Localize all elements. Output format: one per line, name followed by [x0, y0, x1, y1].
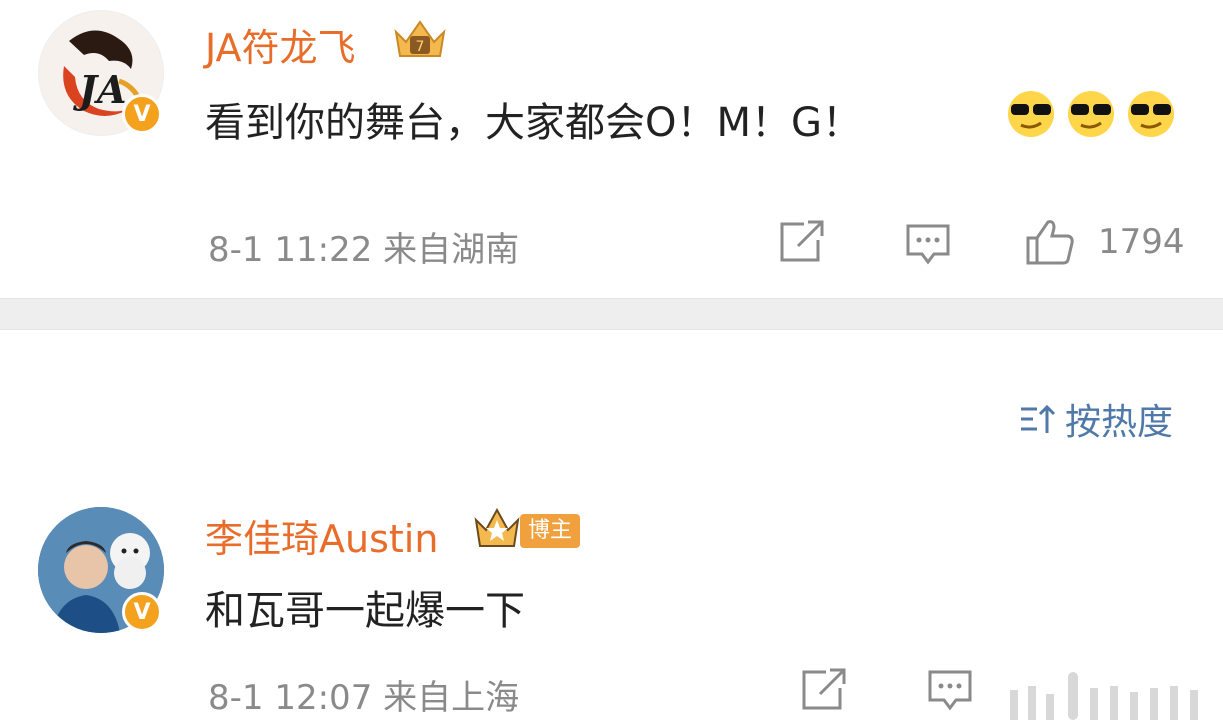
crown-badge-icon: 7	[394, 20, 446, 57]
verified-badge-icon: V	[122, 94, 162, 134]
sort-label: 按热度	[1064, 402, 1173, 443]
sort-button[interactable]: 按热度	[1017, 393, 1173, 445]
share-icon[interactable]	[800, 668, 848, 712]
share-icon[interactable]	[778, 220, 826, 264]
comment-meta: 8-1 11:22 来自湖南	[208, 230, 520, 270]
comment-icon[interactable]	[904, 222, 952, 266]
sort-icon	[1020, 404, 1056, 433]
username[interactable]: 李佳琦Austin	[205, 508, 438, 563]
svg-text:JA: JA	[73, 67, 126, 112]
comment-meta: 8-1 12:07 来自上海	[208, 678, 520, 718]
username[interactable]: JA符龙飞	[205, 17, 356, 72]
comment-text: 看到你的舞台，大家都会O！M！G！	[205, 100, 862, 146]
verified-badge-icon: V	[122, 592, 162, 632]
comment-icon[interactable]	[926, 668, 974, 712]
watermark-icon	[1010, 672, 1198, 720]
blogger-badge: 博主	[520, 514, 581, 548]
section-divider	[0, 298, 1223, 330]
thumbs-up-icon[interactable]	[1024, 218, 1076, 266]
crown-badge-icon	[474, 507, 520, 547]
like-count: 1794	[1098, 222, 1185, 262]
sunglasses-emoji-icon	[1008, 91, 1174, 137]
svg-text:7: 7	[416, 39, 425, 55]
comment-text: 和瓦哥一起爆一下	[205, 588, 525, 634]
